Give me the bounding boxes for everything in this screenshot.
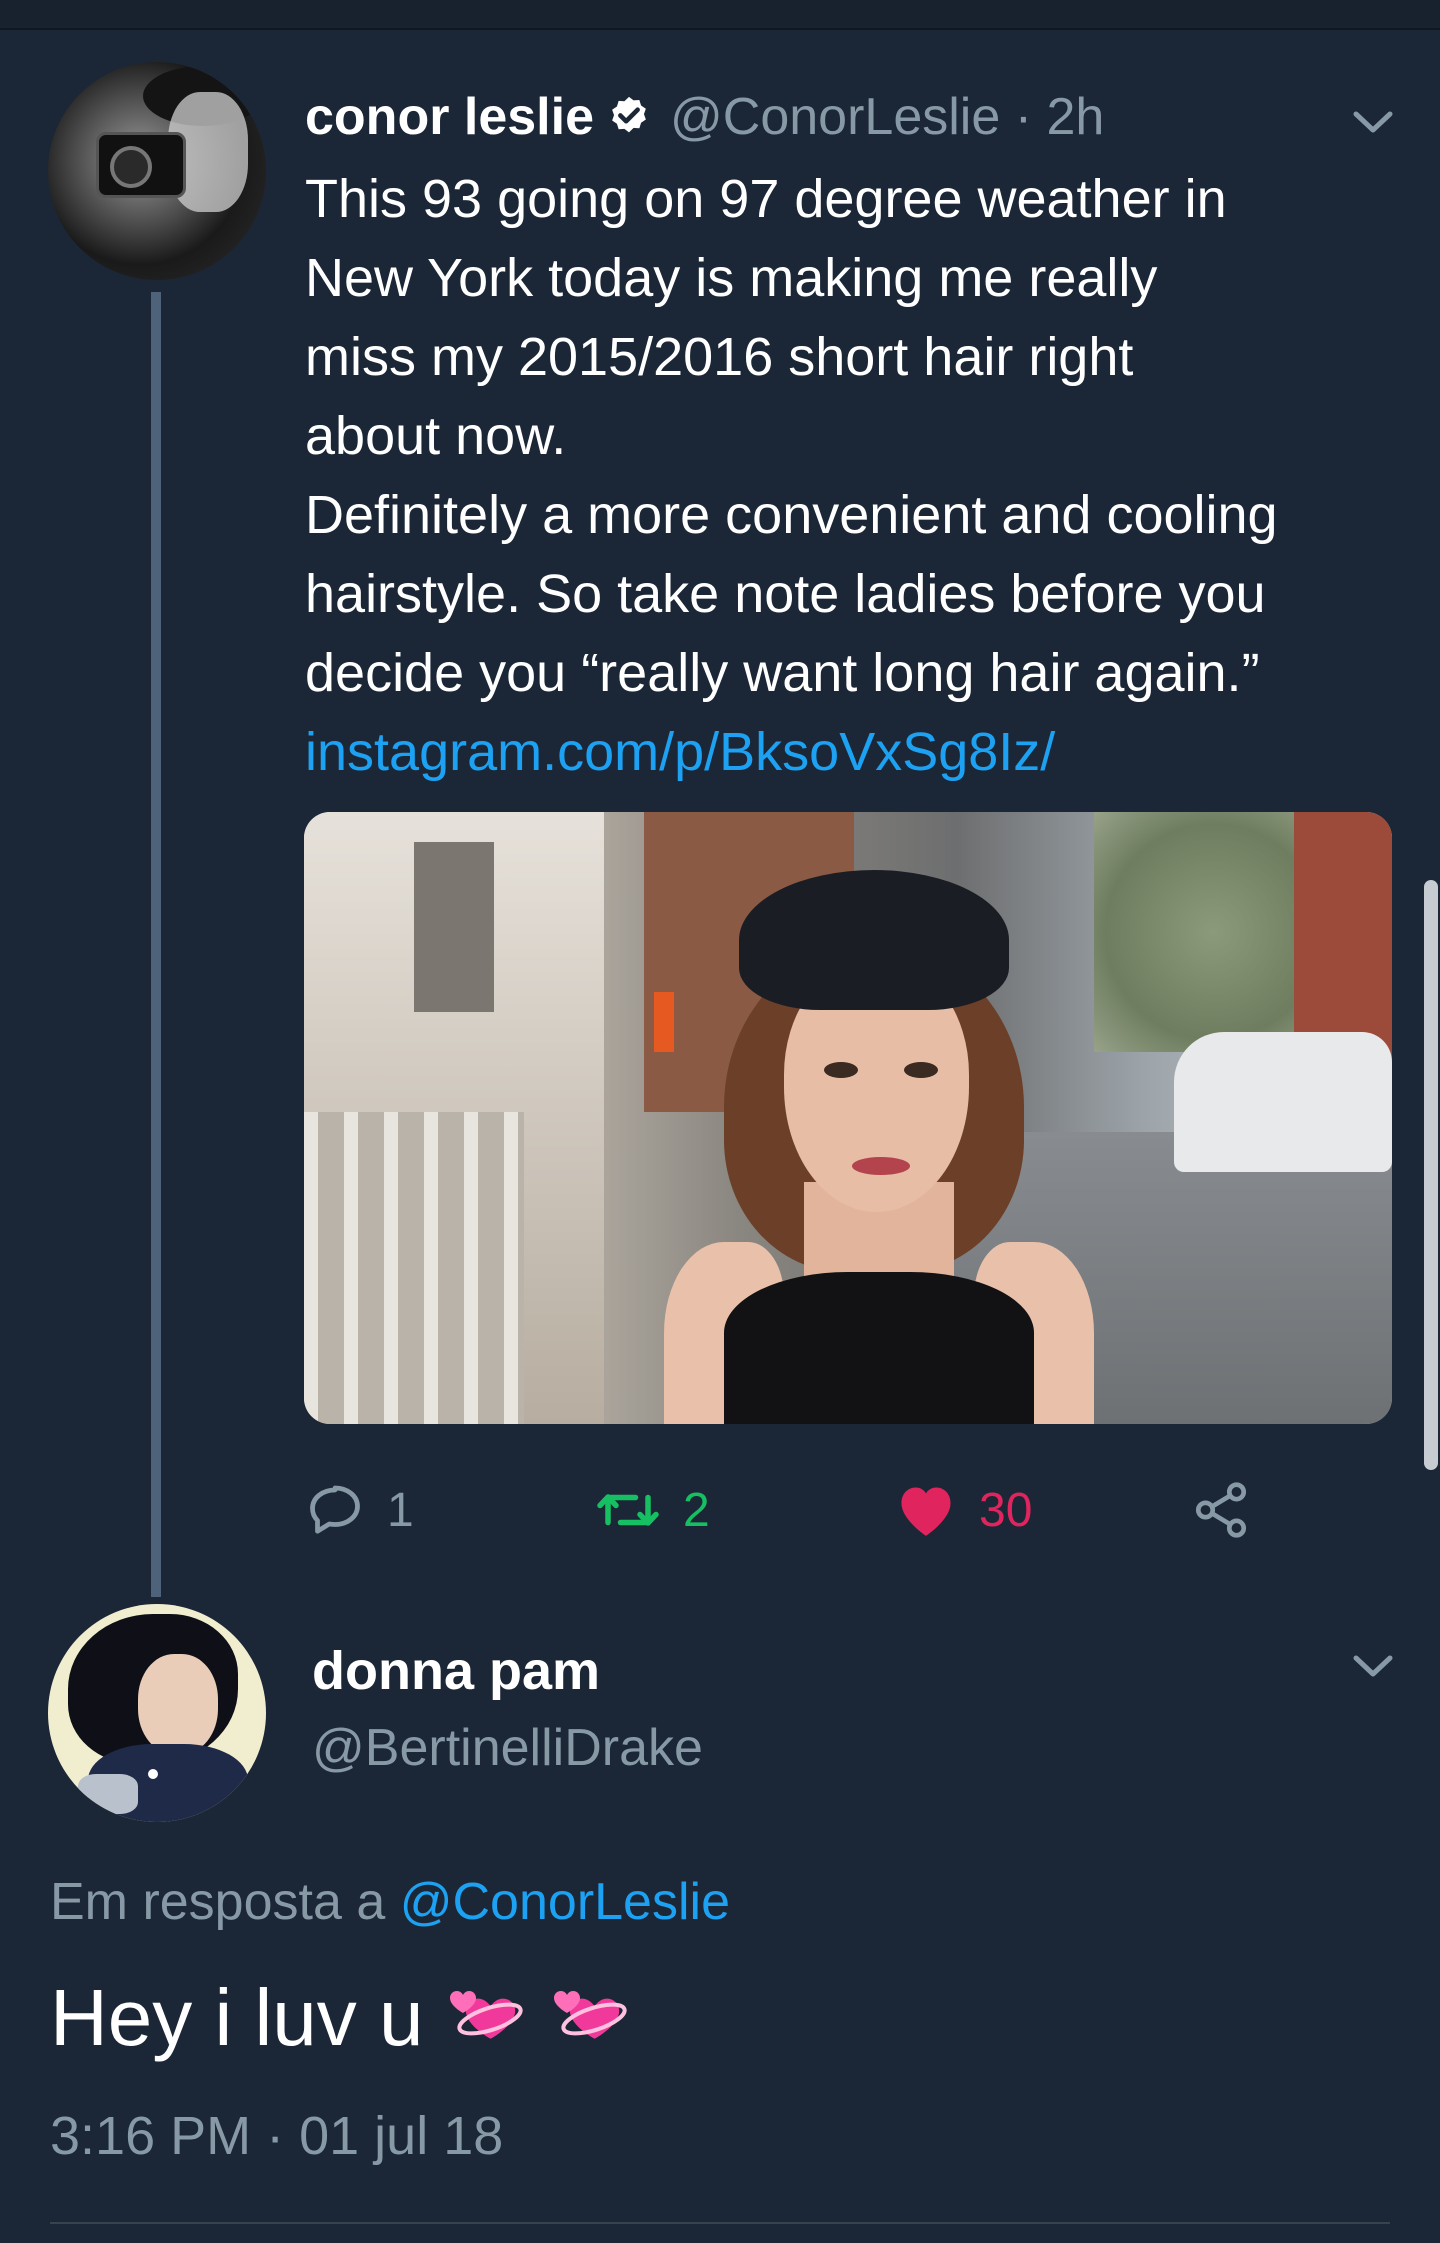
tweet-text-line: about now.	[305, 406, 567, 466]
reply-author-name[interactable]: donna pam	[312, 1640, 600, 1702]
tweet-photo[interactable]	[304, 812, 1392, 1424]
reply-to-mention-link[interactable]: @ConorLeslie	[400, 1873, 730, 1931]
tweet-actions: 1 2 30	[305, 1470, 1305, 1550]
retweet-button[interactable]: 2	[595, 1470, 710, 1550]
like-count: 30	[979, 1483, 1033, 1537]
reply-count: 1	[387, 1483, 414, 1537]
retweet-icon	[597, 1494, 659, 1526]
tweet-text-line: hairstyle. So take note ladies before yo…	[305, 564, 1266, 624]
portrait-figure	[664, 852, 1094, 1424]
reply-timestamp[interactable]: 3:16 PM · 01 jul 18	[50, 2105, 503, 2167]
scrollbar-thumb[interactable]	[1424, 880, 1438, 1470]
reply-tweet[interactable]: donna pam @BertinelliDrake Em resposta a…	[0, 1600, 1440, 2240]
reply-context: Em resposta a @ConorLeslie	[50, 1872, 730, 1932]
revolving-hearts-icon	[554, 1991, 628, 2039]
retweet-count: 2	[683, 1483, 710, 1537]
chevron-down-icon[interactable]	[1352, 108, 1394, 138]
chevron-down-icon[interactable]	[1352, 1652, 1394, 1682]
divider	[50, 2222, 1390, 2224]
author-handle-time[interactable]: @ConorLeslie · 2h	[670, 87, 1104, 147]
verified-badge-icon	[612, 96, 646, 133]
reply-prefix: Em resposta a	[50, 1873, 400, 1931]
top-divider	[0, 0, 1440, 30]
thread-connector-line	[151, 292, 161, 1597]
tweet-header: conor leslie @ConorLeslie · 2h	[305, 82, 1104, 152]
instagram-link[interactable]: instagram.com/p/BksoVxSg8Iz/	[305, 722, 1055, 782]
like-button[interactable]: 30	[895, 1470, 1032, 1550]
share-button[interactable]	[1190, 1470, 1252, 1550]
heart-icon	[901, 1487, 951, 1536]
tweet-text-line: Definitely a more convenient and cooling	[305, 485, 1278, 545]
tweet-text-line: New York today is making me really	[305, 248, 1158, 308]
reply-text-content: Hey i luv u	[50, 1973, 424, 2062]
share-icon	[1195, 1482, 1247, 1538]
tweet-text-line: decide you “really want long hair again.…	[305, 643, 1260, 703]
conor-leslie-avatar[interactable]	[48, 62, 266, 280]
revolving-hearts-icon	[450, 1991, 524, 2039]
reply-icon	[310, 1485, 360, 1534]
tweet-text: This 93 going on 97 degree weather in Ne…	[305, 160, 1405, 792]
reply-text: Hey i luv u	[50, 1972, 631, 2064]
tweet-text-line: This 93 going on 97 degree weather in	[305, 169, 1227, 229]
reply-button[interactable]: 1	[305, 1470, 414, 1550]
tweet-text-line: miss my 2015/2016 short hair right	[305, 327, 1134, 387]
reply-author-handle[interactable]: @BertinelliDrake	[312, 1718, 703, 1778]
donna-pam-avatar[interactable]	[48, 1604, 266, 1822]
author-name[interactable]: conor leslie	[305, 87, 594, 147]
